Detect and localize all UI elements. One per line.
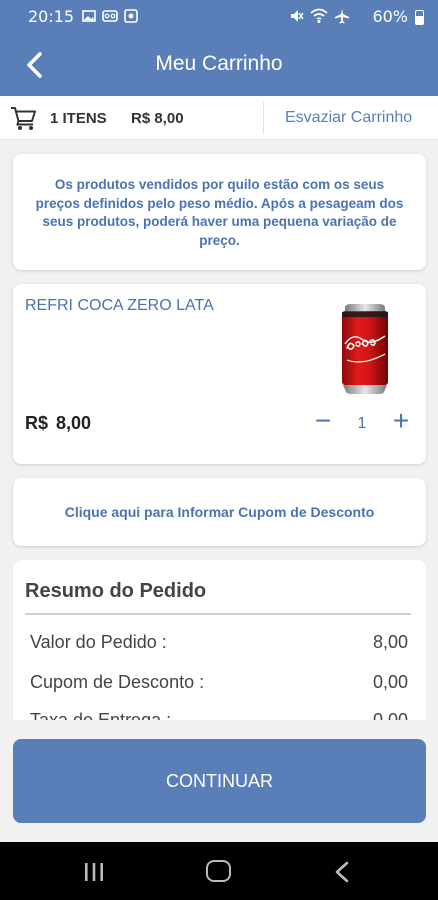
order-summary-card: Resumo do Pedido Valor do Pedido : 8,00 … [13,560,426,720]
page-title: Meu Carrinho [155,52,283,75]
notification-icon [124,9,138,23]
status-time: 20:15 [28,7,75,26]
order-summary-heading: Resumo do Pedido [25,580,207,602]
cart-icon [11,107,36,130]
summary-row-label: Taxa de Entrega : [30,710,172,720]
wifi-icon [310,8,328,23]
decrease-quantity-button[interactable]: − [309,407,337,436]
summary-row-value: 8,00 [372,632,408,652]
cart-bar-divider [263,102,264,134]
image-icon [82,10,96,22]
product-image [342,304,388,394]
product-price: R$ 8,00 [25,413,91,434]
voicemail-icon [102,10,118,22]
summary-row-value: 0,00 [372,710,408,720]
price-notice-card: Os produtos vendidos por quilo estão com… [13,154,426,270]
summary-row-label: Valor do Pedido : [30,632,167,652]
price-notice-text: Os produtos vendidos por quilo estão com… [35,177,404,248]
summary-row-delivery-fee: Taxa de Entrega : 0,00 [30,710,408,720]
summary-divider [25,613,411,615]
quantity-value: 1 [357,415,367,432]
status-bar: 20:15 60% [0,0,438,34]
cart-total: R$ 8,00 [131,110,184,127]
order-summary-viewport[interactable]: Resumo do Pedido Valor do Pedido : 8,00 … [13,560,426,720]
price-currency: R$ [25,413,49,433]
app-bar: Meu Carrinho [0,34,438,96]
summary-row-coupon: Cupom de Desconto : 0,00 [30,672,408,693]
nav-back-icon[interactable] [334,861,350,883]
cart-item-count: 1 ITENS [50,110,107,127]
status-right-icons [288,8,350,24]
continue-button[interactable]: CONTINUAR [13,739,426,823]
cart-product-card: REFRI COCA ZERO LATA R$ 8,00 − 1 + [13,284,426,464]
airplane-icon [335,9,349,24]
status-left-icons [82,9,138,23]
product-name: REFRI COCA ZERO LATA [25,297,214,314]
coupon-link[interactable]: Clique aqui para Informar Cupom de Desco… [13,478,426,520]
summary-row-value: 0,00 [372,672,408,692]
battery-percent: 60% [372,7,408,26]
increase-quantity-button[interactable]: + [387,407,415,436]
coupon-card[interactable]: Clique aqui para Informar Cupom de Desco… [13,478,426,546]
cart-summary-bar: 1 ITENS R$ 8,00 Esvaziar Carrinho [0,96,438,140]
mute-icon [291,10,304,22]
battery-icon [415,10,424,25]
summary-row-order-value: Valor do Pedido : 8,00 [30,632,408,653]
system-nav-bar [0,842,438,900]
summary-row-label: Cupom de Desconto : [30,672,205,692]
price-value: 8,00 [56,413,92,433]
home-icon[interactable] [206,860,231,882]
empty-cart-button[interactable]: Esvaziar Carrinho [285,109,412,127]
recent-apps-icon[interactable] [82,862,106,882]
